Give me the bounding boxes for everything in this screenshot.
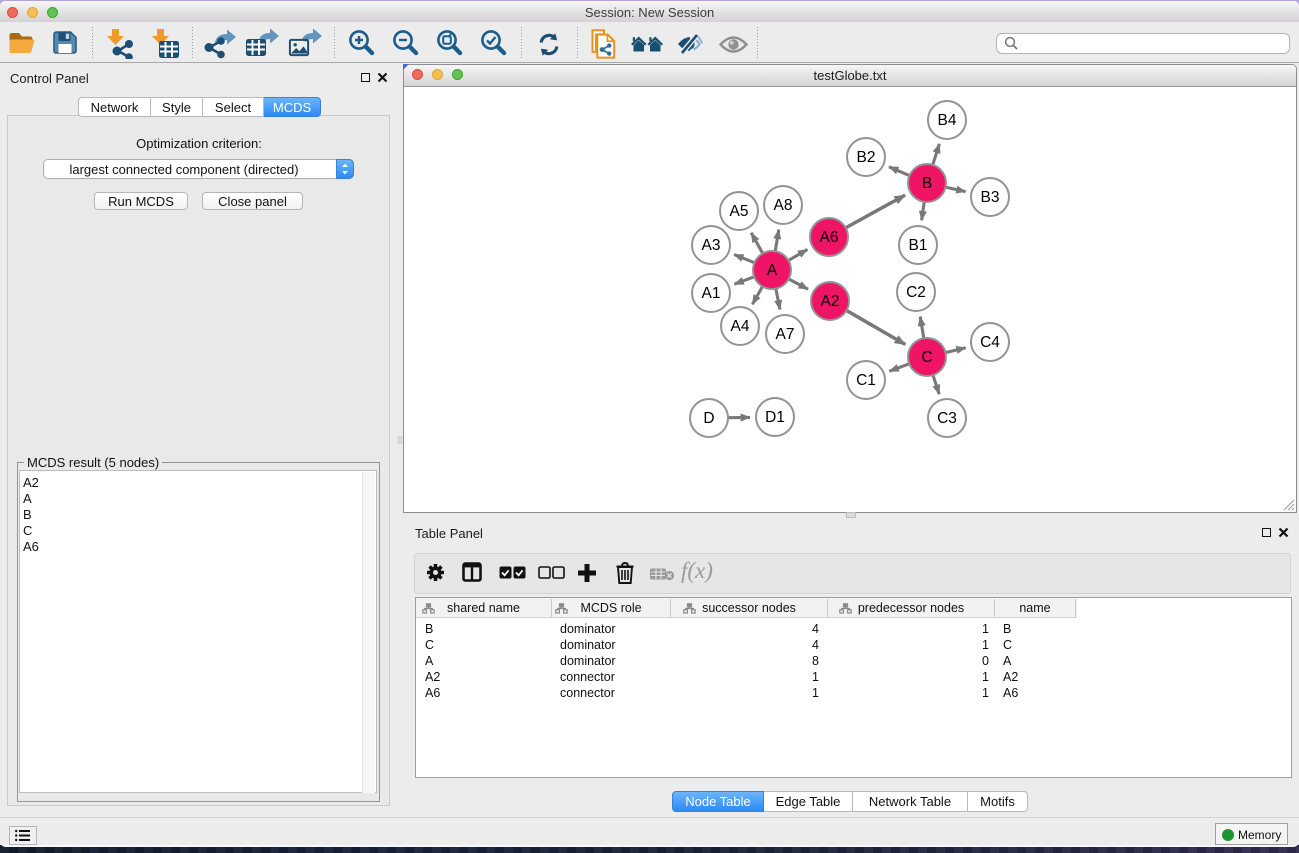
svg-text:A3: A3 [702, 237, 721, 254]
svg-text:B4: B4 [938, 112, 957, 129]
svg-text:B: B [922, 175, 932, 192]
svg-text:A2: A2 [821, 293, 840, 310]
svg-text:C1: C1 [856, 372, 876, 389]
svg-text:B3: B3 [981, 189, 1000, 206]
svg-text:A6: A6 [820, 229, 839, 246]
svg-text:D1: D1 [765, 409, 785, 426]
svg-text:C3: C3 [937, 410, 957, 427]
svg-text:C4: C4 [980, 334, 1000, 351]
svg-text:A: A [767, 262, 778, 279]
svg-text:C: C [921, 349, 932, 366]
svg-text:D: D [703, 410, 714, 427]
svg-text:A8: A8 [774, 197, 793, 214]
svg-text:A5: A5 [730, 203, 749, 220]
svg-text:A4: A4 [731, 318, 750, 335]
svg-text:A7: A7 [776, 326, 795, 343]
svg-text:C2: C2 [906, 284, 926, 301]
svg-text:A1: A1 [702, 285, 721, 302]
svg-text:B1: B1 [909, 237, 928, 254]
svg-text:B2: B2 [857, 149, 876, 166]
